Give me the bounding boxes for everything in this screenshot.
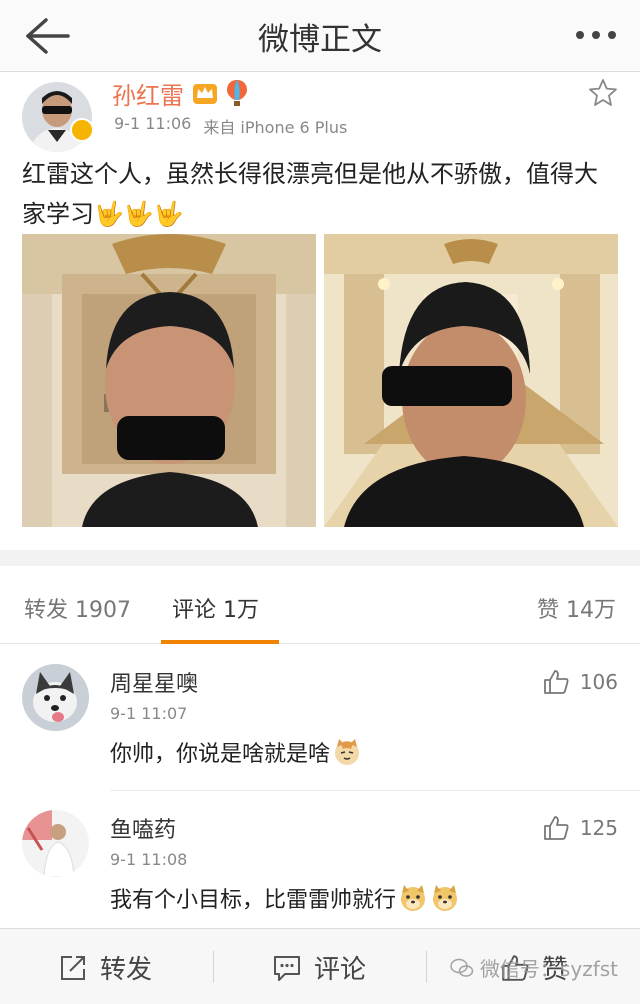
- doge-emoji-icon: [401, 885, 426, 911]
- post-photo-2[interactable]: [324, 234, 618, 527]
- balloon-icon: [227, 80, 247, 106]
- cat-emoji-icon: [335, 739, 360, 765]
- comment-author[interactable]: 鱼嗑药: [110, 812, 176, 844]
- divider: [426, 951, 427, 983]
- comment-list: 周星星噢 9-1 11:07 你帅，你说是啥就是啥 106 鱼嗑药 9-1 11…: [0, 644, 640, 934]
- comment-text: 我有个小目标，比雷雷帅就行: [110, 882, 460, 914]
- divider: [213, 951, 214, 983]
- repost-label: 转发: [100, 955, 153, 985]
- post-text: 红雷这个人，虽然长得很漂亮但是他从不骄傲，值得大家学习🤟🤟🤟: [22, 160, 598, 228]
- tab-repost[interactable]: 转发 1907: [24, 592, 131, 624]
- thumbs-up-icon: [543, 670, 569, 694]
- tab-comment[interactable]: 评论 1万: [172, 592, 259, 624]
- favorite-star-icon[interactable]: [588, 78, 618, 108]
- comment-text: 你帅，你说是啥就是啥: [110, 736, 362, 768]
- comment-time: 9-1 11:08: [110, 850, 188, 869]
- comment-like-count: 106: [579, 670, 618, 694]
- watermark-text: 微信号：syzfst: [479, 957, 618, 981]
- comment-body: 你帅，你说是啥就是啥: [110, 742, 331, 767]
- verified-badge-icon: [70, 118, 94, 142]
- comment-label: 评论: [314, 955, 367, 985]
- list-item: 鱼嗑药 9-1 11:08 我有个小目标，比雷雷帅就行 125: [0, 790, 640, 934]
- tab-like[interactable]: 赞 14万: [537, 592, 616, 624]
- post-meta: 9-1 11:06 来自 iPhone 6 Plus: [114, 114, 347, 138]
- crown-icon: [193, 84, 217, 104]
- weibo-post: 孙红雷 9-1 11:06 来自 iPhone 6 Plus 红雷这个人，虽然长…: [0, 72, 640, 550]
- page-title: 微博正文: [258, 22, 382, 58]
- list-item: 周星星噢 9-1 11:07 你帅，你说是啥就是啥 106: [0, 644, 640, 792]
- comment-body: 我有个小目标，比雷雷帅就行: [110, 888, 397, 913]
- comment-like-button[interactable]: 106: [542, 668, 618, 696]
- post-source: 来自 iPhone 6 Plus: [203, 118, 348, 137]
- doge-emoji-icon: [433, 885, 458, 911]
- avatar[interactable]: [22, 810, 89, 877]
- post-photo-1[interactable]: [22, 234, 316, 527]
- bottom-toolbar: 转发 评论 赞 微信号：syzfst: [0, 928, 640, 1004]
- post-photos: [22, 234, 618, 527]
- repost-button[interactable]: 转发: [58, 949, 152, 986]
- comment-icon: [274, 955, 300, 981]
- avatar[interactable]: [22, 664, 89, 731]
- comment-author[interactable]: 周星星噢: [110, 666, 198, 698]
- wechat-icon: [450, 958, 474, 977]
- comment-like-button[interactable]: 125: [542, 814, 618, 842]
- author-name-row: 孙红雷: [112, 76, 248, 110]
- share-icon: [61, 955, 85, 980]
- post-time: 9-1 11:06: [114, 114, 192, 133]
- ellipsis-icon[interactable]: [574, 28, 618, 42]
- top-nav-bar: 微博正文: [0, 0, 640, 72]
- comment-time: 9-1 11:07: [110, 704, 188, 723]
- author-name[interactable]: 孙红雷: [112, 76, 184, 111]
- comment-button[interactable]: 评论: [272, 949, 366, 986]
- watermark: 微信号：syzfst: [450, 953, 618, 982]
- post-tabs: 转发 1907 评论 1万 赞 14万: [0, 566, 640, 644]
- comment-like-count: 125: [579, 816, 618, 840]
- thumbs-up-icon: [543, 816, 569, 840]
